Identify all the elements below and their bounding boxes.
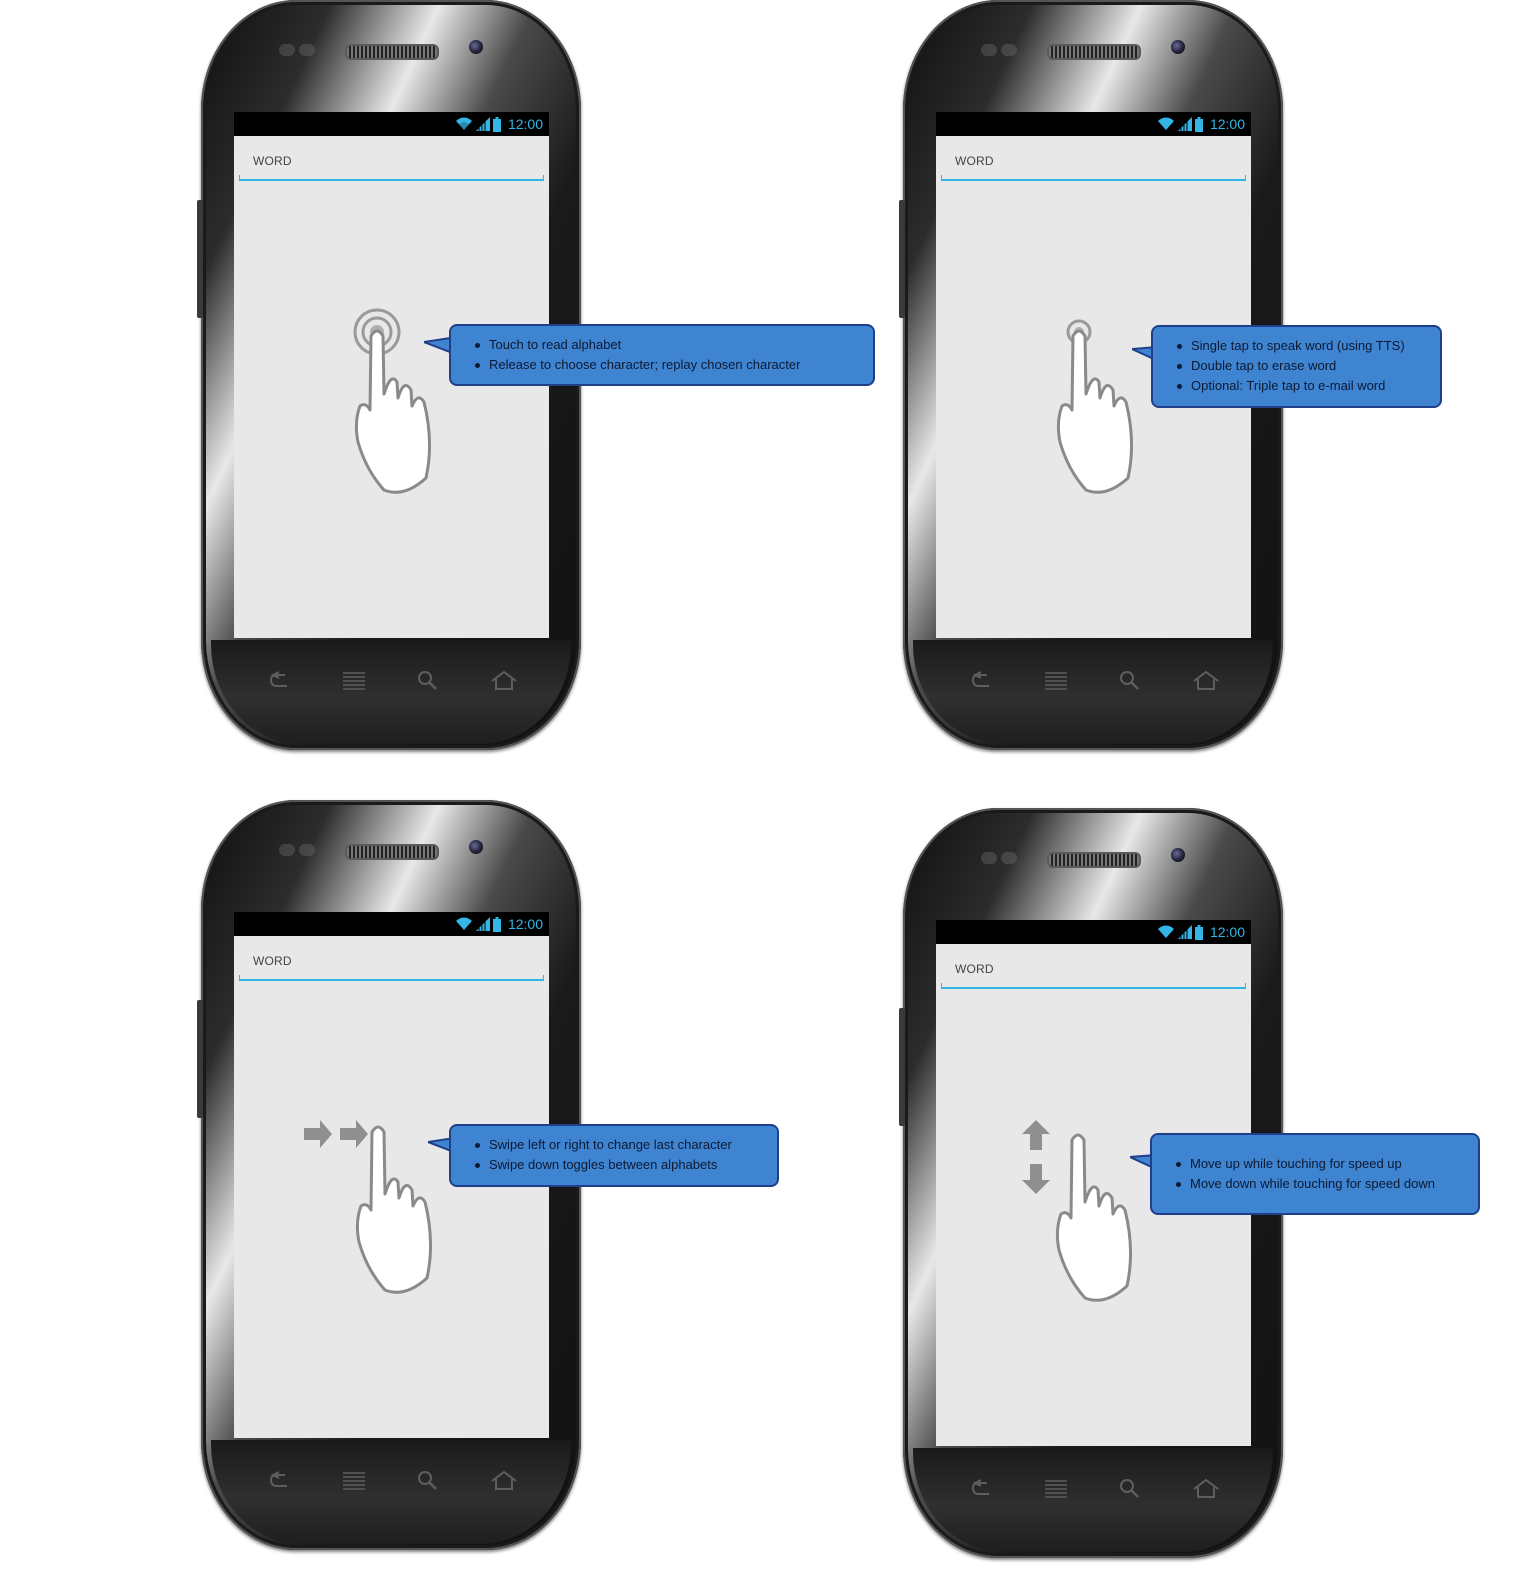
front-camera [469,840,483,854]
status-bar: 12:00 [234,112,549,136]
search-icon[interactable] [1115,1474,1145,1504]
volume-button [899,200,905,318]
menu-icon[interactable] [339,1466,369,1496]
light-sensor [299,844,315,856]
word-input[interactable] [239,975,544,981]
status-clock: 12:00 [507,116,543,132]
word-field-label: WORD [955,962,994,976]
wifi-icon [455,117,472,130]
wifi-icon [1157,117,1174,130]
menu-icon[interactable] [339,666,369,696]
callout-tap: Single tap to speak word (using TTS) Dou… [1151,325,1442,408]
callout-vertical-move: Move up while touching for speed up Move… [1150,1133,1480,1215]
volume-button [899,1008,905,1126]
word-field-label: WORD [253,954,292,968]
front-camera [469,40,483,54]
menu-icon[interactable] [1041,1474,1071,1504]
wifi-icon [1157,925,1174,938]
status-clock: 12:00 [507,916,543,932]
light-sensor [1001,44,1017,56]
callout-swipe: Swipe left or right to change last chara… [449,1124,779,1187]
light-sensor [299,44,315,56]
tap-gesture-icon [1056,319,1134,494]
light-sensor [1001,852,1017,864]
callout-item: Touch to read alphabet [475,335,861,355]
battery-icon [1194,924,1203,940]
signal-icon [475,917,490,931]
search-icon[interactable] [413,1466,443,1496]
proximity-sensor [279,844,295,856]
callout-item: Swipe down toggles between alphabets [475,1155,765,1175]
navigation-bar [943,1474,1243,1504]
callout-item: Optional: Triple tap to e-mail word [1177,376,1428,396]
back-icon[interactable] [265,1466,295,1496]
status-bar: 12:00 [936,112,1251,136]
callout-item: Move up while touching for speed up [1176,1154,1466,1174]
search-icon[interactable] [1115,666,1145,696]
earpiece-speaker [345,44,439,60]
earpiece-speaker [345,844,439,860]
vertical-move-gesture-icon [1022,1120,1133,1302]
signal-icon [1177,925,1192,939]
callout-item: Release to choose character; replay chos… [475,355,861,375]
menu-icon[interactable] [1041,666,1071,696]
search-icon[interactable] [413,666,443,696]
back-icon[interactable] [265,666,295,696]
right-arrow-icon [340,1120,368,1148]
volume-button [197,200,203,318]
word-field-label: WORD [253,154,292,168]
callout-item: Swipe left or right to change last chara… [475,1135,765,1155]
battery-icon [492,916,501,932]
home-icon[interactable] [489,1466,519,1496]
volume-button [197,1000,203,1118]
proximity-sensor [981,852,997,864]
down-arrow-icon [1022,1164,1050,1194]
navigation-bar [241,666,541,696]
front-camera [1171,40,1185,54]
signal-icon [1177,117,1192,131]
signal-icon [475,117,490,131]
word-input[interactable] [941,175,1246,181]
callout-item: Double tap to erase word [1177,356,1428,376]
right-arrow-icon [304,1120,332,1148]
front-camera [1171,848,1185,862]
status-bar: 12:00 [234,912,549,936]
proximity-sensor [981,44,997,56]
callout-item: Move down while touching for speed down [1176,1174,1466,1194]
battery-icon [1194,116,1203,132]
home-icon[interactable] [1191,666,1221,696]
earpiece-speaker [1047,44,1141,60]
status-clock: 12:00 [1209,116,1245,132]
home-icon[interactable] [1191,1474,1221,1504]
word-input[interactable] [239,175,544,181]
wifi-icon [455,917,472,930]
battery-icon [492,116,501,132]
callout-item: Single tap to speak word (using TTS) [1177,336,1428,356]
word-input[interactable] [941,983,1246,989]
earpiece-speaker [1047,852,1141,868]
back-icon[interactable] [967,1474,997,1504]
word-field-label: WORD [955,154,994,168]
status-bar: 12:00 [936,920,1251,944]
home-icon[interactable] [489,666,519,696]
touch-gesture-icon [353,308,432,494]
callout-touch: Touch to read alphabet Release to choose… [449,324,875,386]
status-clock: 12:00 [1209,924,1245,940]
navigation-bar [943,666,1243,696]
up-arrow-icon [1022,1120,1050,1150]
navigation-bar [241,1466,541,1496]
back-icon[interactable] [967,666,997,696]
proximity-sensor [279,44,295,56]
